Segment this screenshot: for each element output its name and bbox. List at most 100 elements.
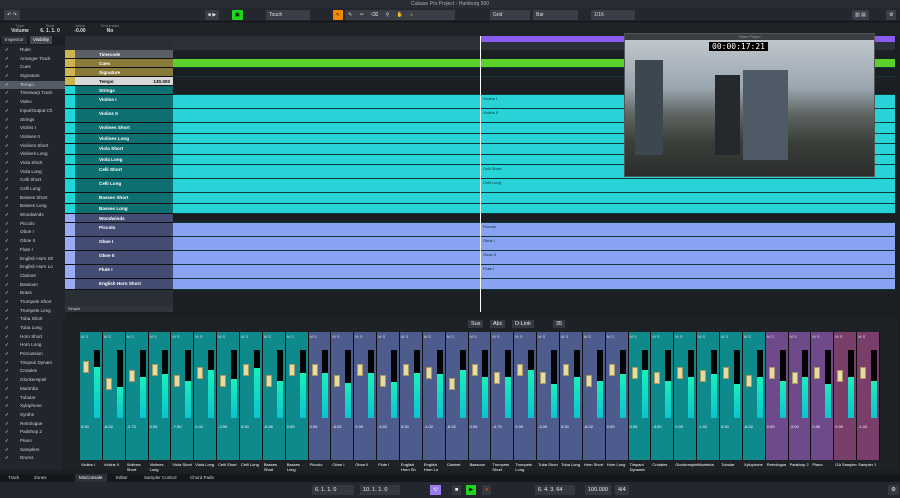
mixer-channel[interactable]: M S -1.02 [857, 332, 880, 460]
mixer-channel[interactable]: M S 0.00 [148, 332, 172, 460]
volume-value[interactable]: -6.02 [332, 424, 341, 429]
visibility-item[interactable]: ✓ Tuba Long [0, 324, 65, 333]
mixer-channel[interactable]: M S 0.41 [194, 332, 218, 460]
mute-solo-buttons[interactable]: M S [607, 334, 614, 339]
checkmark-icon[interactable]: ✓ [5, 394, 9, 403]
visibility-item[interactable]: ✓ Cues [0, 63, 65, 72]
checkmark-icon[interactable]: ✓ [5, 168, 9, 177]
mute-solo-buttons[interactable]: M S [858, 334, 865, 339]
track-lane[interactable]: Celli Long [173, 179, 895, 193]
volume-value[interactable]: 0.00 [561, 424, 569, 429]
mixer-channel[interactable]: M S 0.00 [560, 332, 583, 460]
checkmark-icon[interactable]: ✓ [5, 228, 9, 237]
checkmark-icon[interactable]: ✓ [5, 411, 9, 420]
mute-solo-buttons[interactable]: M S [355, 334, 362, 339]
track-header[interactable]: Celli Long [65, 179, 173, 193]
visibility-item[interactable]: ✓ Percussion [0, 350, 65, 359]
mixer-channel[interactable]: M S 0.00 [514, 332, 538, 460]
volume-fader[interactable] [471, 364, 478, 376]
track-lane[interactable]: Flute I [173, 265, 895, 279]
track-header[interactable]: Cues [65, 59, 173, 68]
visibility-item[interactable]: ✓ English Horn Sh [0, 255, 65, 264]
mixer-channel[interactable]: M S -6.02 [742, 332, 766, 460]
volume-value[interactable]: 0.00 [812, 424, 820, 429]
volume-value[interactable]: 0.00 [150, 424, 158, 429]
bottom-tab[interactable]: Chord Pads [186, 474, 218, 482]
info-field[interactable]: Value -0.00 [66, 23, 94, 34]
volume-value[interactable]: 0.00 [241, 424, 249, 429]
visibility-item[interactable]: ✓ Ruler [0, 46, 65, 55]
mixer-channel[interactable]: M S -4.73 [491, 332, 515, 460]
visibility-item[interactable]: ✓ Woodwinds [0, 211, 65, 220]
visibility-item[interactable]: ✓ Piano [0, 437, 65, 446]
bottom-tab[interactable]: Track [4, 474, 23, 482]
volume-fader[interactable] [380, 375, 387, 388]
track-header[interactable]: Basses Short [65, 193, 173, 204]
mixer-channel[interactable]: M S -6.66 [262, 332, 286, 460]
signature-display[interactable]: 4/4 [615, 485, 629, 495]
track-header[interactable]: Violins II [65, 109, 173, 123]
volume-fader[interactable] [357, 364, 364, 376]
visibility-item[interactable]: ✓ Signature [0, 72, 65, 81]
volume-fader[interactable] [425, 366, 432, 379]
visibility-item[interactable]: ✓ Trumpets Short [0, 298, 65, 307]
mute-solo-buttons[interactable]: M S [767, 334, 774, 339]
volume-value[interactable]: 0.00 [630, 424, 638, 429]
visibility-item[interactable]: ✓ Timewarp Track [0, 89, 65, 98]
mute-solo-buttons[interactable]: M S [150, 334, 157, 339]
mute-solo-buttons[interactable]: M S [81, 334, 88, 339]
visibility-item[interactable]: ✓ Violines II [0, 133, 65, 142]
track-header[interactable]: Timecode [65, 50, 173, 59]
checkmark-icon[interactable]: ✓ [5, 124, 9, 133]
project-cursor[interactable] [480, 36, 481, 312]
checkmark-icon[interactable]: ✓ [5, 263, 9, 272]
checkmark-icon[interactable]: ✓ [5, 81, 9, 90]
track-lane[interactable] [173, 214, 895, 223]
checkmark-icon[interactable]: ✓ [5, 211, 9, 220]
visibility-item[interactable]: ✓ Trumpets Long [0, 307, 65, 316]
visibility-item[interactable]: ✓ Tempo [0, 80, 65, 90]
volume-fader[interactable] [334, 375, 341, 388]
midi-part[interactable]: Flute I [480, 265, 895, 278]
checkmark-icon[interactable]: ✓ [5, 272, 9, 281]
mixer-channel[interactable]: M S -3.00 [651, 332, 675, 460]
visibility-item[interactable]: ✓ Glockenspiel [0, 376, 65, 385]
mute-solo-buttons[interactable]: M S [264, 334, 271, 339]
checkmark-icon[interactable]: ✓ [5, 176, 9, 185]
mixer-channel[interactable]: M S 0.00 [400, 332, 423, 460]
volume-value[interactable]: -4.73 [492, 424, 501, 429]
mixer-channel[interactable]: M S 0.00 [720, 332, 743, 460]
visibility-item[interactable]: ✓ Oboe II [0, 237, 65, 246]
mixer-channel[interactable]: M S -6.02 [102, 332, 126, 460]
visibility-item[interactable]: ✓ Synths [0, 411, 65, 420]
volume-fader[interactable] [494, 372, 501, 385]
visibility-item[interactable]: ✓ Flute I [0, 246, 65, 255]
mute-solo-buttons[interactable]: M S [721, 334, 728, 339]
volume-fader[interactable] [174, 375, 181, 388]
volume-value[interactable]: 0.00 [515, 424, 523, 429]
mixer-channel[interactable]: M S -1.02 [422, 332, 446, 460]
checkmark-icon[interactable]: ✓ [5, 63, 9, 72]
mute-solo-buttons[interactable]: M S [378, 334, 385, 339]
checkmark-icon[interactable]: ✓ [5, 420, 9, 429]
volume-fader[interactable] [745, 375, 752, 388]
visibility-item[interactable]: ✓ Celli Short [0, 176, 65, 185]
mute-solo-buttons[interactable]: M S [104, 334, 111, 339]
checkmark-icon[interactable]: ✓ [5, 133, 9, 142]
volume-fader[interactable] [517, 364, 524, 376]
visibility-item[interactable]: ✓ Marimba [0, 385, 65, 394]
volume-fader[interactable] [791, 372, 798, 385]
mute-solo-buttons[interactable]: M S [561, 334, 568, 339]
checkmark-icon[interactable]: ✓ [5, 367, 9, 376]
mute-solo-buttons[interactable]: M S [424, 334, 431, 339]
bottom-tab[interactable]: MixConsole [75, 474, 107, 482]
right-locator[interactable]: 10. 1. 1. 0 [360, 485, 400, 495]
visibility-item[interactable]: ✓ Viola Short [0, 159, 65, 168]
checkmark-icon[interactable]: ✓ [5, 220, 9, 229]
mute-solo-buttons[interactable]: M S [744, 334, 751, 339]
tool-buttons[interactable]: ✎ ✂ ⌫ ⚲ ✋ ♪ [345, 10, 455, 20]
undo-redo-button[interactable]: ↶ ↷ [4, 10, 20, 20]
track-lane[interactable] [173, 193, 895, 204]
checkmark-icon[interactable]: ✓ [5, 159, 9, 168]
track-lane[interactable] [173, 279, 895, 290]
